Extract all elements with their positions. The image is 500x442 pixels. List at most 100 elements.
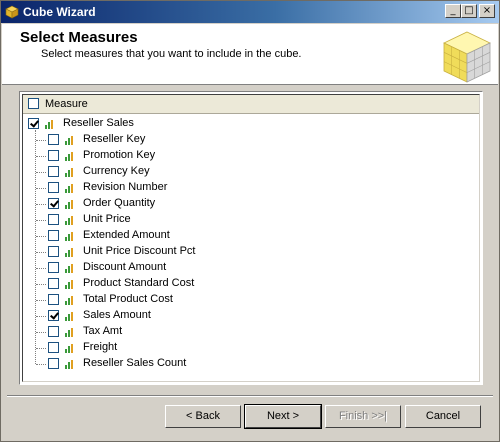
tree-branch-line <box>36 236 46 237</box>
measure-label: Order Quantity <box>83 197 156 209</box>
measure-label: Tax Amt <box>83 325 123 337</box>
measure-row[interactable]: Product Standard Cost <box>23 276 479 292</box>
measure-checkbox[interactable] <box>48 134 59 145</box>
measure-label: Promotion Key <box>83 149 156 161</box>
tree-branch-line <box>36 172 46 173</box>
cube-wizard-icon <box>5 5 19 19</box>
tree-branch-line <box>36 268 46 269</box>
wizard-header: Select Measures Select measures that you… <box>2 24 498 85</box>
window-title: Cube Wizard <box>23 5 96 19</box>
measure-row[interactable]: Reseller Key <box>23 132 479 148</box>
measure-label: Currency Key <box>83 165 150 177</box>
measure-group-checkbox[interactable] <box>28 118 39 129</box>
measure-row[interactable]: Currency Key <box>23 164 479 180</box>
measure-checkbox[interactable] <box>48 198 59 209</box>
measure-checkbox[interactable] <box>48 214 59 225</box>
tree-branch-line <box>36 284 46 285</box>
measure-row[interactable]: Promotion Key <box>23 148 479 164</box>
measure-column-label: Measure <box>45 98 88 110</box>
tree-branch-line <box>36 332 46 333</box>
measure-icon <box>65 136 73 145</box>
page-subtitle: Select measures that you want to include… <box>41 48 302 60</box>
measures-panel: Measure Reseller Sales Reseller Key Promot… <box>19 91 483 385</box>
measure-icon <box>65 328 73 337</box>
measure-label: Unit Price <box>83 213 131 225</box>
measure-group-icon <box>45 120 53 129</box>
measures-tree: Reseller Sales Reseller Key Promotion Key C… <box>23 114 479 380</box>
measure-checkbox[interactable] <box>48 262 59 273</box>
measure-row[interactable]: Order Quantity <box>23 196 479 212</box>
footer-divider <box>7 395 493 397</box>
measure-row[interactable]: Unit Price Discount Pct <box>23 244 479 260</box>
measure-icon <box>65 296 73 305</box>
tree-branch-line <box>36 188 46 189</box>
measure-icon <box>65 344 73 353</box>
measure-label: Extended Amount <box>83 229 170 241</box>
maximize-icon: □ <box>464 5 474 16</box>
tree-branch-line <box>36 204 46 205</box>
maximize-button[interactable]: □ <box>461 4 477 18</box>
tree-branch-line <box>36 348 46 349</box>
measure-checkbox[interactable] <box>48 294 59 305</box>
next-button-label: Next > <box>266 410 300 422</box>
minimize-button[interactable]: _ <box>445 4 461 18</box>
measure-row[interactable]: Revision Number <box>23 180 479 196</box>
tree-branch-line <box>36 156 46 157</box>
measure-checkbox[interactable] <box>48 326 59 337</box>
measure-checkbox[interactable] <box>48 358 59 369</box>
cancel-button[interactable]: Cancel <box>405 405 481 428</box>
measure-icon <box>65 232 73 241</box>
tree-branch-line <box>36 252 46 253</box>
measure-checkbox[interactable] <box>48 166 59 177</box>
measure-label: Product Standard Cost <box>83 277 195 289</box>
tree-branch-line <box>36 220 46 221</box>
measure-row[interactable]: Sales Amount <box>23 308 479 324</box>
cube-wizard-window: Cube Wizard _ □ × Select Measures Select… <box>0 0 500 442</box>
cancel-button-label: Cancel <box>425 410 461 422</box>
measure-label: Unit Price Discount Pct <box>83 245 196 257</box>
back-button-label: < Back <box>186 410 220 422</box>
measure-icon <box>65 184 73 193</box>
measure-label: Total Product Cost <box>83 293 173 305</box>
measure-label: Reseller Sales Count <box>83 357 187 369</box>
measure-icon <box>65 312 73 321</box>
measure-icon <box>65 248 73 257</box>
measure-row[interactable]: Reseller Sales Count <box>23 356 479 372</box>
cube-logo-icon <box>443 31 491 83</box>
measure-checkbox[interactable] <box>48 246 59 257</box>
back-button[interactable]: < Back <box>165 405 241 428</box>
measure-label: Reseller Key <box>83 133 146 145</box>
measure-row[interactable]: Tax Amt <box>23 324 479 340</box>
measure-column-header[interactable]: Measure <box>23 95 479 114</box>
measure-row[interactable]: Discount Amount <box>23 260 479 276</box>
measure-checkbox[interactable] <box>48 342 59 353</box>
measure-row[interactable]: Unit Price <box>23 212 479 228</box>
measure-row[interactable]: Total Product Cost <box>23 292 479 308</box>
minimize-icon: _ <box>450 5 456 16</box>
measure-checkbox[interactable] <box>48 150 59 161</box>
measure-icon <box>65 168 73 177</box>
select-all-checkbox[interactable] <box>28 98 39 109</box>
measure-icon <box>65 152 73 161</box>
measure-icon <box>65 280 73 289</box>
measure-checkbox[interactable] <box>48 278 59 289</box>
next-button[interactable]: Next > <box>244 404 322 429</box>
measure-row[interactable]: Extended Amount <box>23 228 479 244</box>
measure-icon <box>65 200 73 209</box>
measure-row[interactable]: Freight <box>23 340 479 356</box>
measure-group-label: Reseller Sales <box>63 117 134 129</box>
measure-group-row[interactable]: Reseller Sales <box>23 116 479 132</box>
tree-branch-line <box>36 364 46 365</box>
measure-checkbox[interactable] <box>48 310 59 321</box>
measure-label: Revision Number <box>83 181 168 193</box>
finish-button[interactable]: Finish >>| <box>325 405 401 428</box>
measure-checkbox[interactable] <box>48 230 59 241</box>
measure-label: Sales Amount <box>83 309 151 321</box>
close-icon: × <box>482 5 492 16</box>
close-button[interactable]: × <box>479 4 495 18</box>
tree-branch-line <box>36 300 46 301</box>
measure-checkbox[interactable] <box>48 182 59 193</box>
measure-icon <box>65 264 73 273</box>
tree-branch-line <box>36 316 46 317</box>
tree-branch-line <box>36 140 46 141</box>
